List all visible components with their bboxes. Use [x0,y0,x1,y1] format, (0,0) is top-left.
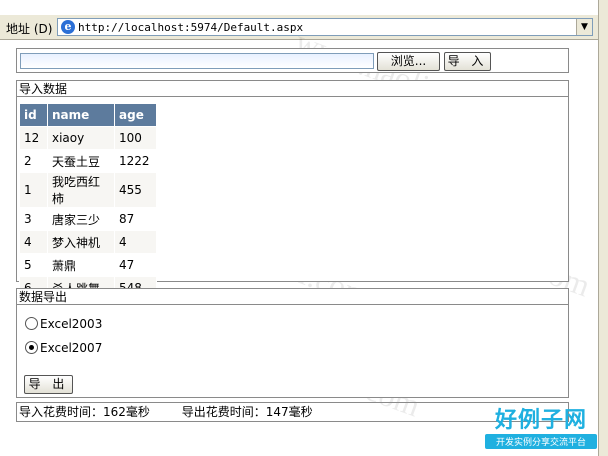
export-time-text: 导出花费时间：147毫秒 [181,405,313,419]
ie-page-icon: e [61,20,75,34]
radio-label: Excel2007 [40,341,103,355]
chevron-down-icon[interactable]: ▼ [576,19,592,35]
cell-id: 2 [19,149,48,173]
cell-id: 12 [19,126,48,150]
file-path-input[interactable] [20,53,374,69]
radio-label: Excel2003 [40,317,103,331]
table-row: 2 天蚕土豆 1222 [19,149,157,173]
upload-panel: 浏览... 导 入 [16,48,569,73]
cell-age: 87 [114,207,157,231]
cell-name: xiaoy [47,126,115,150]
cell-age: 4 [114,230,157,254]
cell-id: 4 [19,230,48,254]
cell-id: 1 [19,172,48,208]
column-header-id: id [19,103,48,127]
cell-name: 梦入神机 [47,230,115,254]
logo-title: 好例子网 [494,408,587,433]
import-section-title: 导入数据 [17,81,568,97]
cell-id: 3 [19,207,48,231]
cell-age: 100 [114,126,157,150]
radio-option-excel2007[interactable]: Excel2007 [25,339,102,357]
table-row: 4 梦入神机 4 [19,230,157,254]
import-time-text: 导入花费时间：162毫秒 [19,405,150,419]
cell-name: 萧鼎 [47,253,115,277]
export-data-section: 数据导出 Excel2003 Excel2007 导 出 [16,288,569,398]
cell-age: 1222 [114,149,157,173]
address-bar: 地址 (D) e http://localhost:5974/Default.a… [0,14,600,40]
cell-name: 我吃西红柿 [47,172,115,208]
radio-option-excel2003[interactable]: Excel2003 [25,315,102,333]
table-row: 12 xiaoy 100 [19,126,157,150]
export-section-title: 数据导出 [17,289,568,305]
radio-button-checked[interactable] [25,341,38,354]
column-header-name: name [47,103,115,127]
table-row: 5 萧鼎 47 [19,253,157,277]
address-label: 地址 (D) [6,22,53,36]
cell-id: 5 [19,253,48,277]
cell-age: 47 [114,253,157,277]
cell-age: 455 [114,172,157,208]
address-url[interactable]: http://localhost:5974/Default.aspx [78,21,303,34]
table-row: 3 唐家三少 87 [19,207,157,231]
table-header-row: id name age [19,103,157,127]
browse-button[interactable]: 浏览... [377,52,440,71]
import-button[interactable]: 导 入 [444,52,491,71]
address-input[interactable]: e http://localhost:5974/Default.aspx ▼ [57,18,593,36]
site-logo: 好例子网 开发实例分享交流平台 [479,402,603,450]
import-data-section: 导入数据 id name age 12 xiaoy 100 2 天蚕土豆 122… [16,80,569,300]
column-header-age: age [114,103,157,127]
cell-name: 唐家三少 [47,207,115,231]
vertical-scrollbar[interactable] [598,0,608,456]
cell-name: 天蚕土豆 [47,149,115,173]
data-table: id name age 12 xiaoy 100 2 天蚕土豆 1222 1 我… [19,103,157,300]
logo-subtitle: 开发实例分享交流平台 [485,434,597,449]
radio-button[interactable] [25,317,38,330]
table-row: 1 我吃西红柿 455 [19,172,157,208]
export-button[interactable]: 导 出 [24,375,73,394]
